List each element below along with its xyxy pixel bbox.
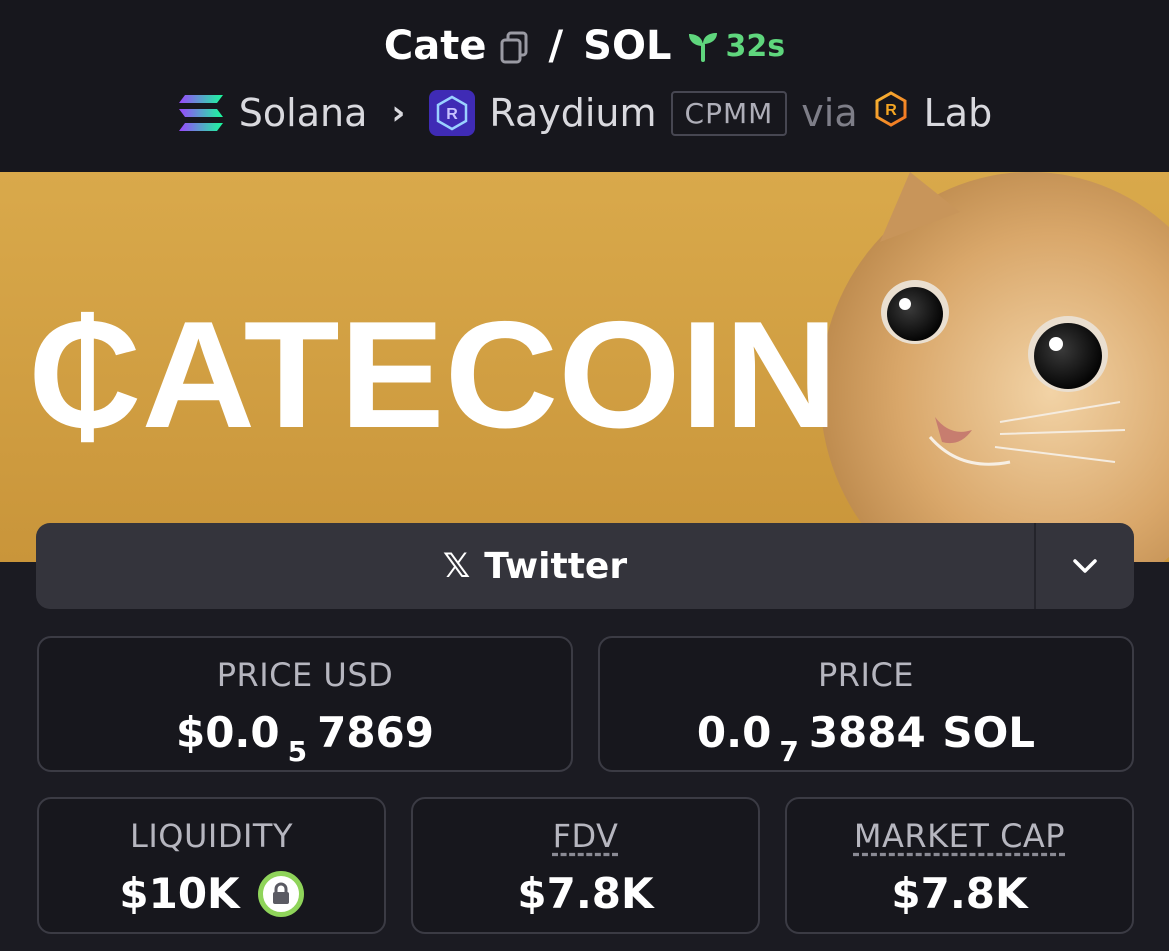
fdv-label[interactable]: FDV — [553, 817, 619, 855]
liquidity-value: $10K — [119, 869, 240, 918]
svg-text:R: R — [885, 102, 897, 119]
banner-text: ₵ATECOIN — [28, 290, 838, 460]
svg-text:R: R — [447, 106, 459, 123]
x-logo-icon: 𝕏 — [442, 546, 471, 586]
liquidity-card: LIQUIDITY $10K — [37, 797, 386, 934]
token-banner: ₵ATECOIN — [0, 172, 1169, 562]
twitter-button[interactable]: 𝕏 Twitter — [36, 523, 1034, 609]
liquidity-label: LIQUIDITY — [130, 817, 293, 855]
twitter-label: Twitter — [484, 545, 628, 587]
launchpad-link[interactable]: Lab — [924, 91, 993, 135]
lock-icon[interactable] — [257, 870, 304, 917]
market-cap-label[interactable]: MARKET CAP — [854, 817, 1065, 855]
base-token-symbol: Cate — [383, 23, 487, 69]
fdv-card: FDV $7.8K — [411, 797, 760, 934]
quote-token-symbol: SOL — [583, 23, 672, 69]
launchpad-icon: R — [872, 90, 910, 137]
chevron-right-icon: › — [391, 93, 406, 133]
chain-link[interactable]: Solana — [239, 91, 368, 135]
pair-title: Cate / SOL 32s — [0, 18, 1169, 74]
price-usd-prefix: $0.0 — [175, 708, 280, 757]
price-native-label: PRICE — [817, 656, 915, 694]
pair-age-text: 32s — [725, 28, 786, 64]
pair-header: Cate / SOL 32s Solana › R Raydium CPMM v… — [0, 0, 1169, 172]
price-native-prefix: 0.0 — [696, 708, 772, 757]
fdv-value: $7.8K — [517, 869, 654, 918]
price-usd-zero-count: 5 — [287, 735, 308, 768]
price-native-value: 0.0 7 3884 SOL — [696, 708, 1036, 768]
raydium-icon: R — [429, 90, 476, 136]
pair-age-badge: 32s — [685, 28, 785, 64]
market-cap-card: MARKET CAP $7.8K — [785, 797, 1134, 934]
social-links-bar: 𝕏 Twitter — [36, 523, 1134, 609]
price-native-zero-count: 7 — [779, 735, 799, 768]
chevron-down-icon — [1073, 559, 1097, 573]
price-native-digits: 3884 — [808, 708, 926, 757]
price-usd-digits: 7869 — [317, 708, 435, 757]
pair-breadcrumb: Solana › R Raydium CPMM via R Lab — [0, 84, 1169, 142]
liquidity-value-row: $10K — [119, 869, 304, 918]
solana-icon — [178, 95, 223, 131]
copy-icon[interactable] — [499, 29, 529, 64]
market-cap-value: $7.8K — [891, 869, 1028, 918]
price-native-unit: SOL — [927, 708, 1036, 757]
price-usd-value: $0.0 5 7869 — [175, 708, 435, 768]
pool-type-badge: CPMM — [670, 90, 788, 136]
price-native-card: PRICE 0.0 7 3884 SOL — [598, 636, 1134, 772]
socials-dropdown-button[interactable] — [1034, 523, 1134, 609]
price-usd-label: PRICE USD — [216, 656, 394, 694]
dex-link[interactable]: Raydium — [489, 91, 656, 135]
price-usd-card: PRICE USD $0.0 5 7869 — [37, 636, 573, 772]
pair-separator: / — [548, 23, 564, 69]
via-label: via — [801, 91, 858, 135]
sprout-icon — [689, 33, 718, 62]
